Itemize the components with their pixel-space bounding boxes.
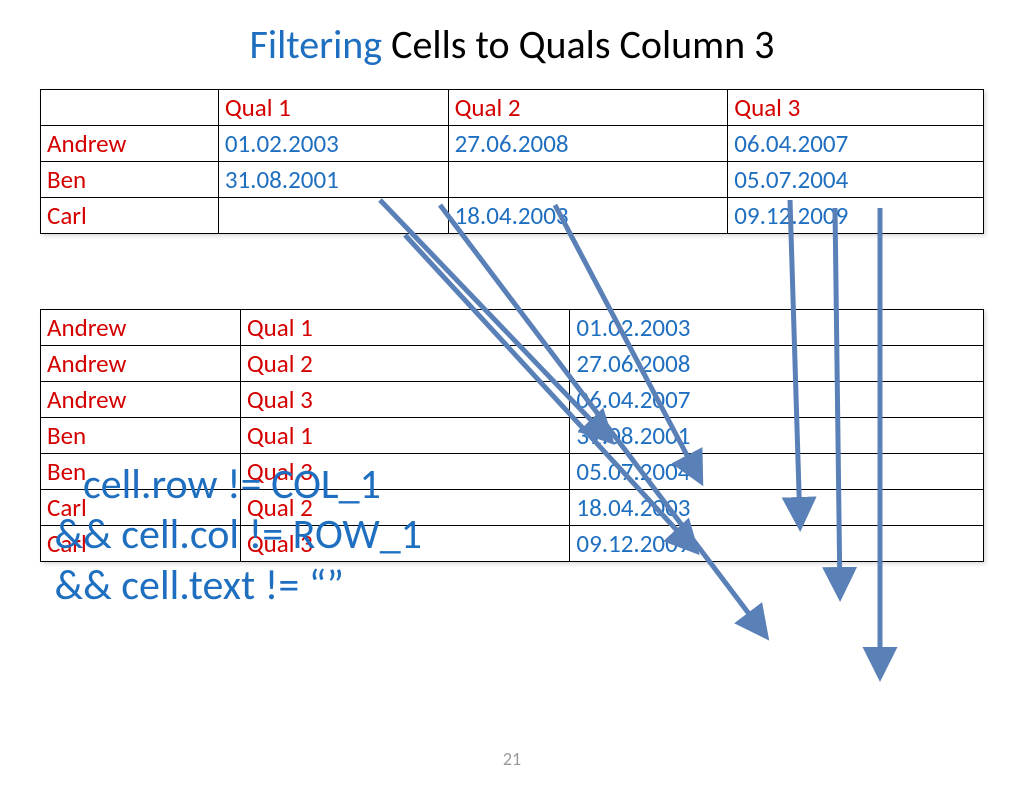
header-qual2: Qual 2 (448, 90, 728, 126)
table-row: Andrew 01.02.2003 27.06.2008 06.04.2007 (41, 126, 984, 162)
header-qual1: Qual 1 (218, 90, 448, 126)
table-row: Ben Qual 1 31.08.2001 (41, 418, 984, 454)
table-row: Andrew Qual 1 01.02.2003 (41, 310, 984, 346)
slide-number: 21 (0, 748, 1024, 770)
cell-name: Andrew (41, 346, 241, 382)
cell-name: Andrew (41, 310, 241, 346)
cell-date: 27.06.2008 (570, 346, 984, 382)
cell-date: 18.04.2003 (570, 490, 984, 526)
cell: 06.04.2007 (728, 126, 984, 162)
table-row: Andrew Qual 2 27.06.2008 (41, 346, 984, 382)
page-title: Filtering Cells to Quals Column 3 (0, 20, 1024, 69)
table-row: Carl 18.04.2003 09.12.2009 (41, 198, 984, 234)
source-table: Qual 1 Qual 2 Qual 3 Andrew 01.02.2003 2… (40, 89, 984, 234)
cell: 18.04.2003 (448, 198, 728, 234)
cell-qual: Qual 3 (240, 382, 570, 418)
cell: 09.12.2009 (728, 198, 984, 234)
row-name: Carl (41, 198, 219, 234)
cell: 05.07.2004 (728, 162, 984, 198)
filter-expression: cell.row != COL_1 && cell.col != ROW_1 &… (45, 460, 422, 611)
cell-name: Andrew (41, 382, 241, 418)
table-header-row: Qual 1 Qual 2 Qual 3 (41, 90, 984, 126)
title-highlight: Filtering (250, 20, 383, 69)
cell-qual: Qual 1 (240, 310, 570, 346)
cell-qual: Qual 1 (240, 418, 570, 454)
cell-qual: Qual 2 (240, 346, 570, 382)
header-blank (41, 90, 219, 126)
cell-date: 31.08.2001 (570, 418, 984, 454)
cell-date: 06.04.2007 (570, 382, 984, 418)
cell (218, 198, 448, 234)
table-row: Andrew Qual 3 06.04.2007 (41, 382, 984, 418)
cell-date: 01.02.2003 (570, 310, 984, 346)
row-name: Ben (41, 162, 219, 198)
cell: 01.02.2003 (218, 126, 448, 162)
cell (448, 162, 728, 198)
header-qual3: Qual 3 (728, 90, 984, 126)
title-rest: Cells to Quals Column 3 (382, 20, 774, 69)
cell: 31.08.2001 (218, 162, 448, 198)
row-name: Andrew (41, 126, 219, 162)
cell: 27.06.2008 (448, 126, 728, 162)
cell-date: 05.07.2004 (570, 454, 984, 490)
table-row: Ben 31.08.2001 05.07.2004 (41, 162, 984, 198)
cell-name: Ben (41, 418, 241, 454)
cell-date: 09.12.2009 (570, 526, 984, 562)
